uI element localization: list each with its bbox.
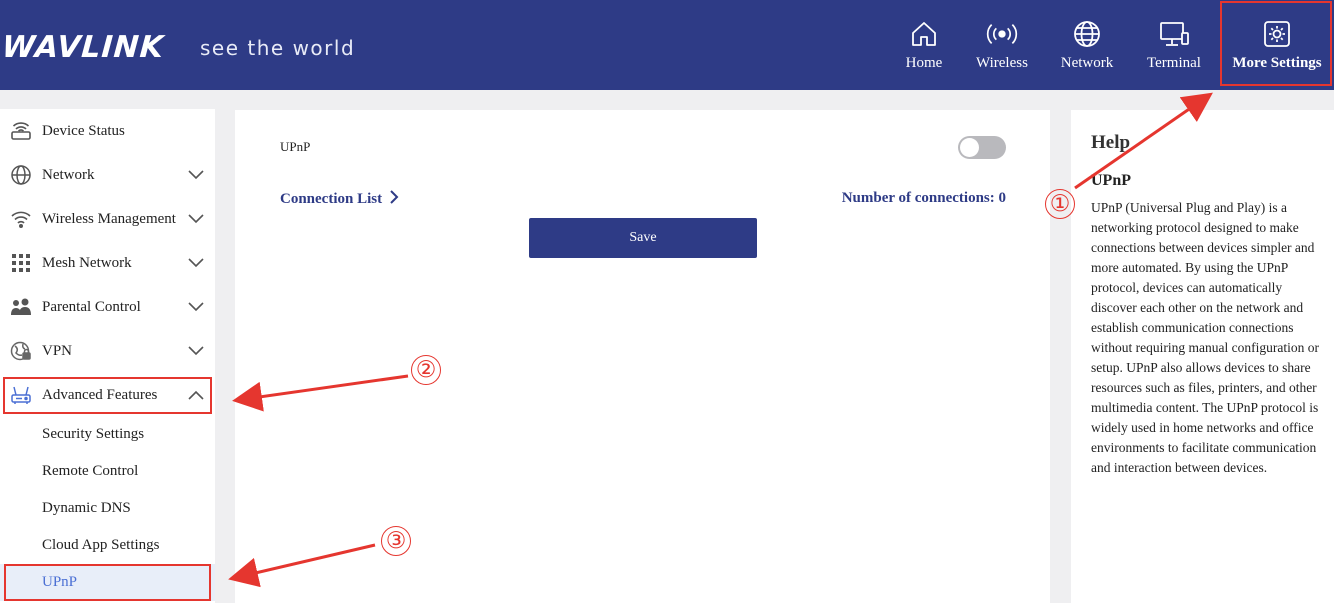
sidebar-subitem-upnp[interactable]: UPnP — [0, 564, 215, 601]
sidebar-item-wireless-management[interactable]: Wireless Management — [0, 197, 215, 241]
sidebar-subitem-security-settings[interactable]: Security Settings — [0, 416, 215, 453]
nav-wireless-label: Wireless — [976, 55, 1028, 71]
sidebar-item-vpn[interactable]: VPN — [0, 329, 215, 373]
grid-dots-icon — [10, 252, 32, 274]
sidebar-item-parental-control[interactable]: Parental Control — [0, 285, 215, 329]
sidebar-subitem-remote-control[interactable]: Remote Control — [0, 453, 215, 490]
sidebar: Device Status Network Wireless Managemen… — [0, 109, 215, 603]
top-header: WAVLINK see the world Home Wireless Netw… — [0, 0, 1334, 90]
globe-icon — [10, 164, 32, 186]
chevron-down-icon — [187, 210, 205, 228]
sidebar-item-label: Device Status — [42, 122, 125, 139]
wireless-signal-icon — [986, 18, 1018, 50]
globe-icon — [1071, 18, 1103, 50]
chevron-up-icon — [187, 386, 205, 404]
sidebar-item-label: Advanced Features — [42, 386, 158, 403]
help-body: UPnP (Universal Plug and Play) is a netw… — [1091, 200, 1319, 475]
main-panel: UPnP Connection List Number of connectio… — [235, 110, 1050, 603]
chevron-down-icon — [187, 166, 205, 184]
sidebar-item-label: Parental Control — [42, 298, 141, 315]
monitor-icon — [1158, 18, 1190, 50]
sidebar-subitem-cloud-app-settings[interactable]: Cloud App Settings — [0, 527, 215, 564]
nav-more-settings-label: More Settings — [1232, 55, 1322, 71]
chevron-down-icon — [187, 342, 205, 360]
sidebar-item-network[interactable]: Network — [0, 153, 215, 197]
sidebar-item-label: Wireless Management — [42, 210, 176, 227]
chevron-down-icon — [187, 254, 205, 272]
sidebar-item-advanced-features[interactable]: Advanced Features — [0, 373, 215, 417]
annotation-marker-2: ② — [411, 355, 441, 385]
nav-terminal-label: Terminal — [1147, 55, 1201, 71]
sidebar-item-label: Mesh Network — [42, 254, 132, 271]
home-icon — [908, 18, 940, 50]
wavlink-logo[interactable]: WAVLINK — [1, 30, 166, 65]
sidebar-item-label: VPN — [42, 342, 73, 359]
vpn-globe-icon — [10, 340, 32, 362]
sidebar-subitem-dynamic-dns[interactable]: Dynamic DNS — [0, 490, 215, 527]
help-subtitle: UPnP — [1091, 172, 1131, 189]
router-status-icon — [10, 120, 32, 142]
annotation-marker-1: ① — [1045, 189, 1075, 219]
chevron-down-icon — [187, 298, 205, 316]
nav-terminal[interactable]: Terminal — [1142, 0, 1206, 90]
upnp-toggle[interactable] — [958, 136, 1006, 159]
annotation-marker-3: ③ — [381, 526, 411, 556]
save-button[interactable]: Save — [529, 218, 757, 258]
logo-tagline: see the world — [200, 36, 356, 60]
nav-home-label: Home — [905, 55, 943, 71]
nav-network-label: Network — [1060, 55, 1114, 71]
help-panel: Help UPnP UPnP (Universal Plug and Play)… — [1071, 110, 1334, 603]
connection-count: Number of connections: 0 — [841, 190, 1006, 206]
chevron-right-icon — [390, 190, 399, 209]
sidebar-item-mesh-network[interactable]: Mesh Network — [0, 241, 215, 285]
toggle-knob — [960, 138, 979, 157]
connection-list-link[interactable]: Connection List — [280, 190, 399, 209]
help-title: Help — [1091, 132, 1131, 153]
nav-network[interactable]: Network — [1055, 0, 1119, 90]
settings-gear-icon — [1261, 18, 1293, 50]
sidebar-item-device-status[interactable]: Device Status — [0, 109, 215, 153]
nav-more-settings[interactable]: More Settings — [1222, 0, 1332, 90]
nav-wireless[interactable]: Wireless — [970, 0, 1034, 90]
router-advanced-icon — [10, 384, 32, 406]
family-icon — [10, 296, 32, 318]
upnp-label: UPnP — [280, 139, 311, 154]
sidebar-item-label: Network — [42, 166, 95, 183]
nav-home[interactable]: Home — [900, 0, 948, 90]
connection-list-label: Connection List — [280, 191, 383, 207]
wifi-icon — [10, 208, 32, 230]
